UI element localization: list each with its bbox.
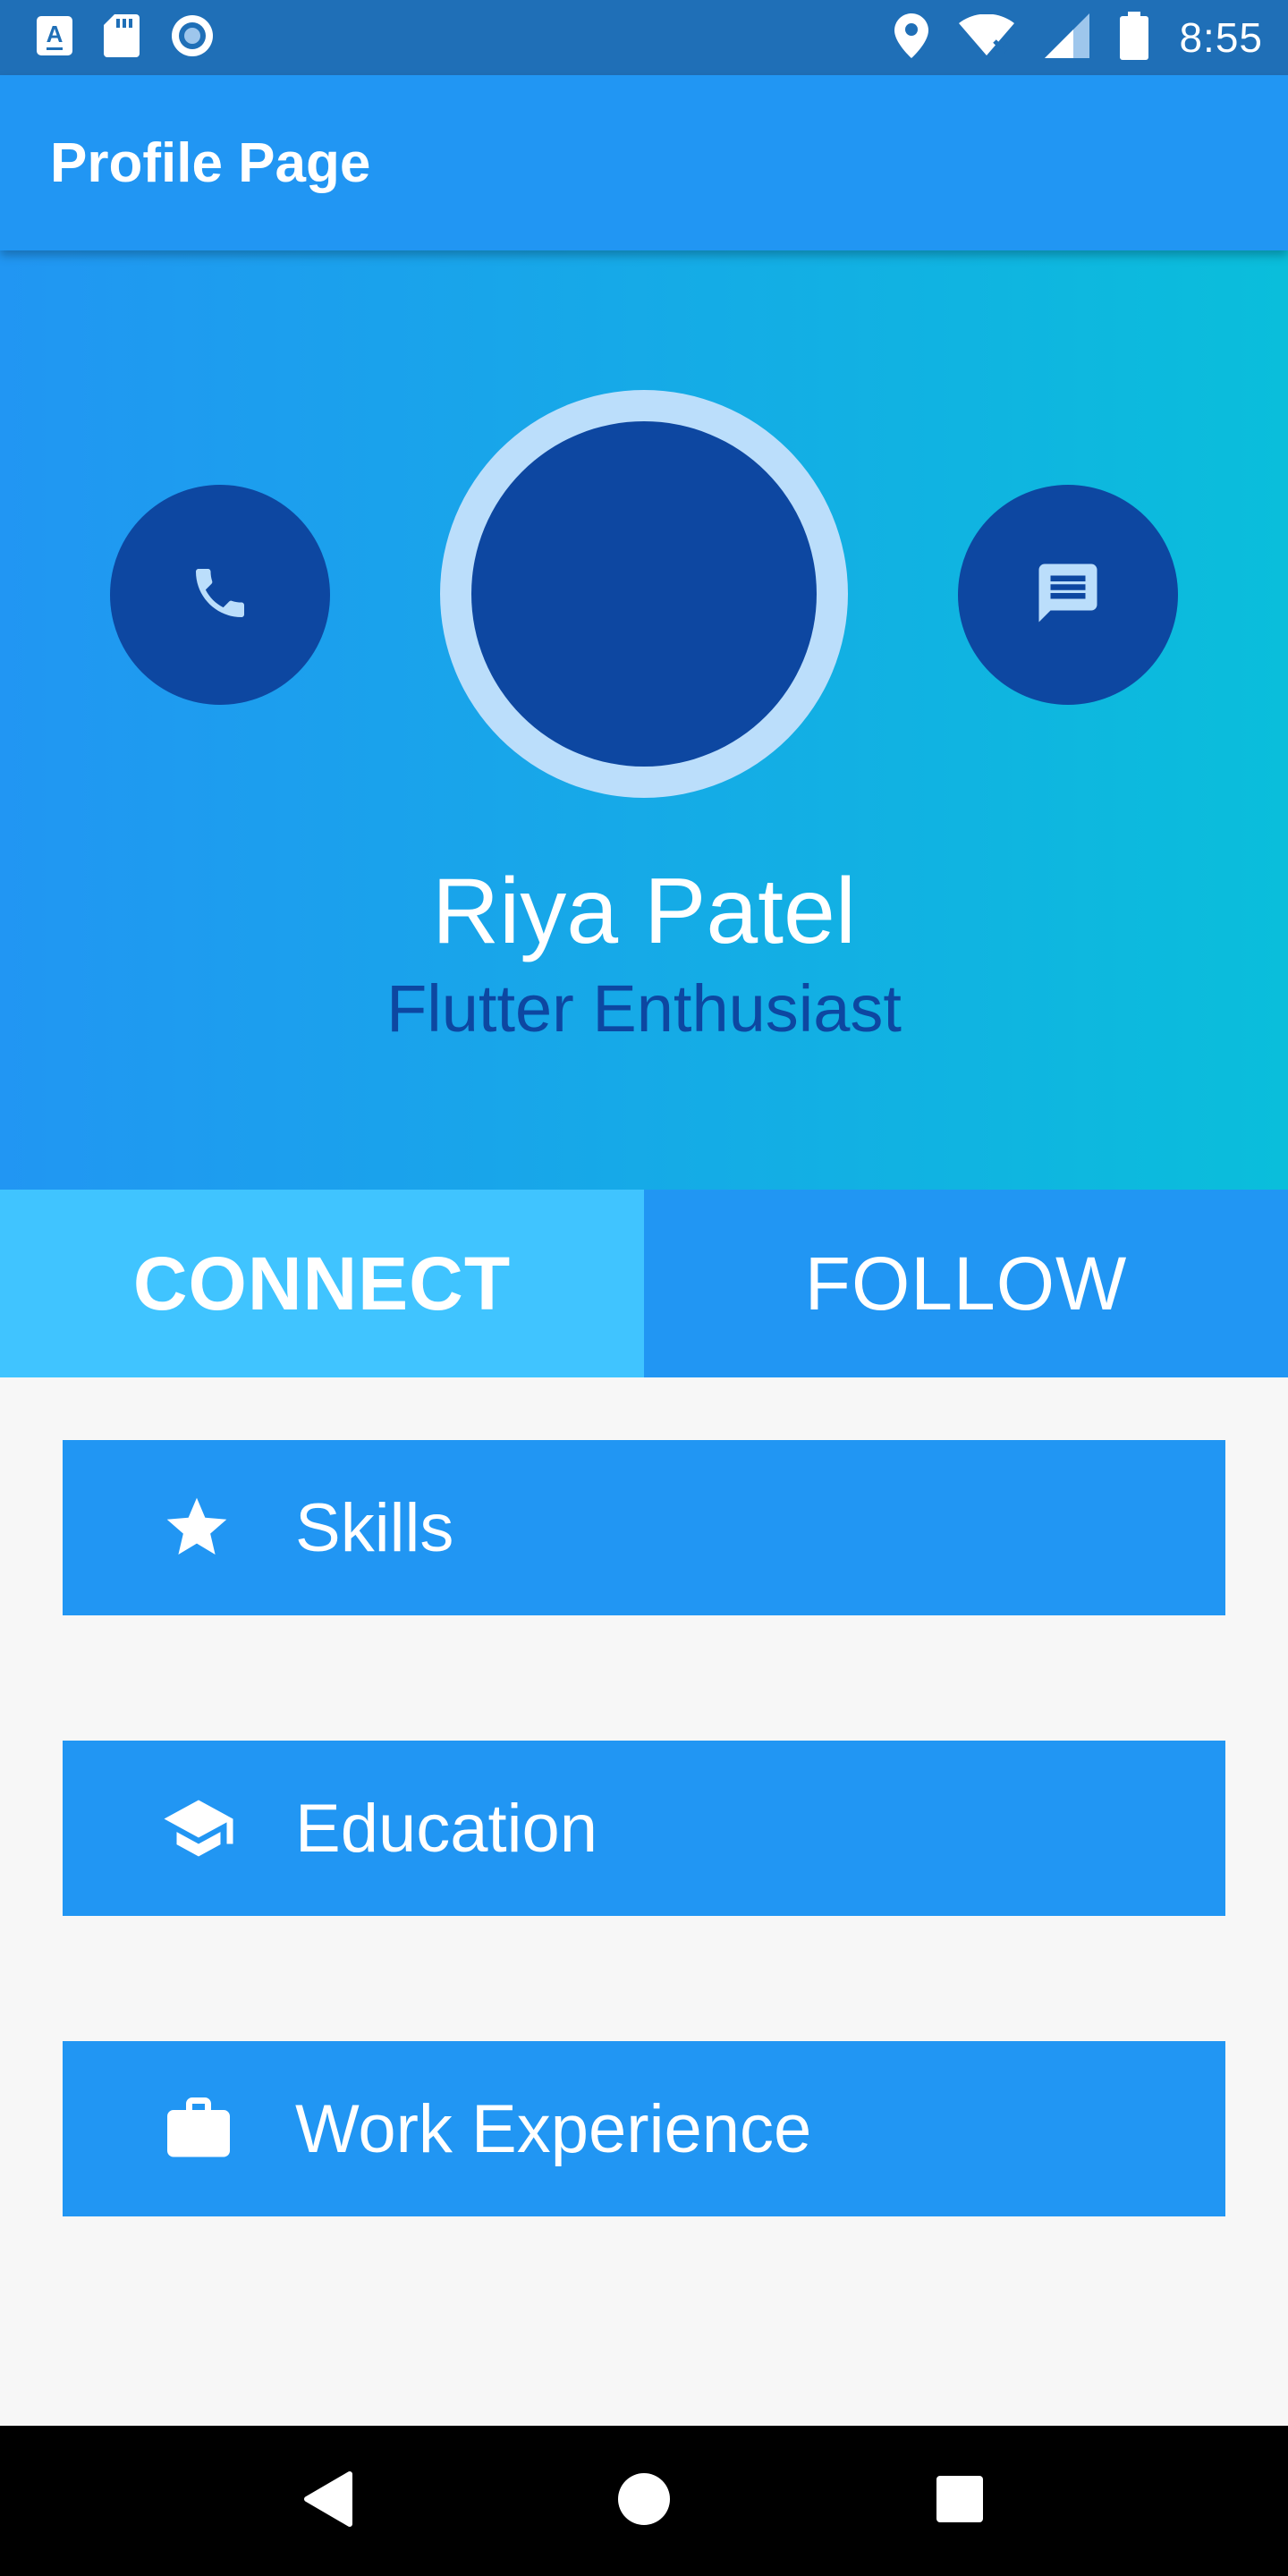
status-right-icons: 8:55 <box>894 11 1263 64</box>
graduation-cap-icon <box>161 1791 265 1866</box>
status-bar: A 8:55 <box>0 0 1288 75</box>
cellular-signal-icon <box>1045 13 1090 63</box>
follow-button[interactable]: FOLLOW <box>644 1190 1288 1377</box>
connect-button[interactable]: CONNECT <box>0 1190 644 1377</box>
message-icon <box>1033 558 1103 632</box>
action-buttons: CONNECT FOLLOW <box>0 1190 1288 1377</box>
avatar[interactable] <box>471 421 817 767</box>
education-tile[interactable]: Education <box>63 1741 1225 1916</box>
avatar-ring <box>440 390 848 798</box>
system-nav-bar <box>0 2426 1288 2576</box>
page-title: Profile Page <box>50 131 371 194</box>
profile-name: Riya Patel <box>432 860 856 963</box>
nav-home-button[interactable] <box>590 2447 698 2555</box>
wifi-icon <box>959 13 1015 62</box>
battery-icon <box>1120 11 1149 64</box>
skills-tile[interactable]: Skills <box>63 1440 1225 1615</box>
location-pin-icon <box>894 13 929 63</box>
message-button[interactable] <box>958 485 1178 705</box>
keyboard-a-icon: A <box>36 15 73 61</box>
star-icon <box>161 1492 265 1563</box>
profile-header: Riya Patel Flutter Enthusiast <box>0 250 1288 1190</box>
back-triangle-icon <box>303 2470 353 2532</box>
work-experience-label: Work Experience <box>295 2090 812 2167</box>
briefcase-icon <box>161 2091 265 2166</box>
status-time: 8:55 <box>1179 14 1263 61</box>
nav-recents-button[interactable] <box>906 2447 1013 2555</box>
profile-tagline: Flutter Enthusiast <box>386 971 902 1046</box>
education-label: Education <box>295 1790 598 1867</box>
work-experience-tile[interactable]: Work Experience <box>63 2041 1225 2216</box>
record-circle-icon <box>170 13 215 63</box>
svg-text:A: A <box>47 21 64 47</box>
app-bar: Profile Page <box>0 75 1288 250</box>
home-circle-icon <box>617 2472 671 2530</box>
status-left-icons: A <box>36 13 215 63</box>
phone-icon <box>188 561 252 630</box>
skills-label: Skills <box>295 1489 454 1566</box>
recents-square-icon <box>936 2475 984 2528</box>
call-button[interactable] <box>110 485 330 705</box>
sd-card-icon <box>104 13 140 62</box>
nav-back-button[interactable] <box>275 2447 382 2555</box>
